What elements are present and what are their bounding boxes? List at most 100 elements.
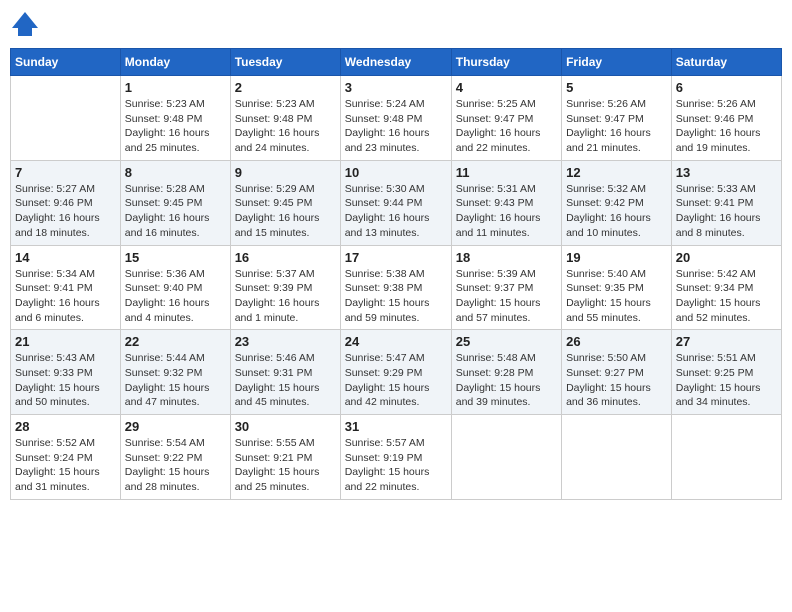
calendar-cell: 24Sunrise: 5:47 AMSunset: 9:29 PMDayligh… [340,330,451,415]
day-info: Sunrise: 5:23 AMSunset: 9:48 PMDaylight:… [125,97,226,156]
calendar-cell: 22Sunrise: 5:44 AMSunset: 9:32 PMDayligh… [120,330,230,415]
day-number: 6 [676,80,777,95]
calendar-cell: 9 Sunrise: 5:29 AMSunset: 9:45 PMDaylight… [230,160,340,245]
calendar-cell: 16Sunrise: 5:37 AMSunset: 9:39 PMDayligh… [230,245,340,330]
day-info: Sunrise: 5:31 AMSunset: 9:43 PMDaylight:… [456,182,557,241]
day-number: 30 [235,419,336,434]
calendar-cell: 28 Sunrise: 5:52 AMSunset: 9:24 PMDayligh… [11,415,121,500]
column-header-wednesday: Wednesday [340,49,451,76]
calendar-cell: 11 Sunrise: 5:31 AMSunset: 9:43 PMDayligh… [451,160,561,245]
day-number: 15 [125,250,226,265]
day-info: Sunrise: 5:57 AMSunset: 9:19 PMDaylight:… [345,436,447,495]
day-info: Sunrise: 5:51 AMSunset: 9:25 PMDaylight:… [676,351,777,410]
day-info: Sunrise: 5:33 AMSunset: 9:41 PMDaylight:… [676,182,777,241]
calendar-cell: 4Sunrise: 5:25 AMSunset: 9:47 PMDaylight… [451,76,561,161]
day-number: 28 [15,419,116,434]
calendar-cell: 6 Sunrise: 5:26 AMSunset: 9:46 PMDaylight… [671,76,781,161]
calendar-cell: 10Sunrise: 5:30 AMSunset: 9:44 PMDayligh… [340,160,451,245]
day-number: 17 [345,250,447,265]
logo [10,10,44,40]
column-header-monday: Monday [120,49,230,76]
week-row-1: 1 Sunrise: 5:23 AMSunset: 9:48 PMDaylight… [11,76,782,161]
calendar-cell [562,415,672,500]
day-number: 27 [676,334,777,349]
day-info: Sunrise: 5:46 AMSunset: 9:31 PMDaylight:… [235,351,336,410]
calendar-cell: 2 Sunrise: 5:23 AMSunset: 9:48 PMDaylight… [230,76,340,161]
calendar-cell: 13 Sunrise: 5:33 AMSunset: 9:41 PMDayligh… [671,160,781,245]
column-header-tuesday: Tuesday [230,49,340,76]
calendar-cell: 23 Sunrise: 5:46 AMSunset: 9:31 PMDayligh… [230,330,340,415]
calendar-cell: 29 Sunrise: 5:54 AMSunset: 9:22 PMDayligh… [120,415,230,500]
day-number: 12 [566,165,667,180]
week-row-5: 28 Sunrise: 5:52 AMSunset: 9:24 PMDayligh… [11,415,782,500]
day-info: Sunrise: 5:43 AMSunset: 9:33 PMDaylight:… [15,351,116,410]
column-header-thursday: Thursday [451,49,561,76]
day-number: 2 [235,80,336,95]
day-number: 8 [125,165,226,180]
calendar-cell: 21 Sunrise: 5:43 AMSunset: 9:33 PMDayligh… [11,330,121,415]
day-info: Sunrise: 5:39 AMSunset: 9:37 PMDaylight:… [456,267,557,326]
day-number: 9 [235,165,336,180]
calendar-cell: 18 Sunrise: 5:39 AMSunset: 9:37 PMDayligh… [451,245,561,330]
day-number: 3 [345,80,447,95]
day-info: Sunrise: 5:23 AMSunset: 9:48 PMDaylight:… [235,97,336,156]
calendar-table: SundayMondayTuesdayWednesdayThursdayFrid… [10,48,782,500]
day-number: 29 [125,419,226,434]
day-number: 1 [125,80,226,95]
day-number: 25 [456,334,557,349]
day-info: Sunrise: 5:26 AMSunset: 9:47 PMDaylight:… [566,97,667,156]
logo-icon [10,10,40,40]
column-header-sunday: Sunday [11,49,121,76]
calendar-cell: 25 Sunrise: 5:48 AMSunset: 9:28 PMDayligh… [451,330,561,415]
calendar-body: 1 Sunrise: 5:23 AMSunset: 9:48 PMDaylight… [11,76,782,500]
calendar-cell: 30 Sunrise: 5:55 AMSunset: 9:21 PMDayligh… [230,415,340,500]
day-info: Sunrise: 5:40 AMSunset: 9:35 PMDaylight:… [566,267,667,326]
day-info: Sunrise: 5:54 AMSunset: 9:22 PMDaylight:… [125,436,226,495]
day-number: 24 [345,334,447,349]
day-info: Sunrise: 5:36 AMSunset: 9:40 PMDaylight:… [125,267,226,326]
week-row-4: 21 Sunrise: 5:43 AMSunset: 9:33 PMDayligh… [11,330,782,415]
calendar-cell: 3 Sunrise: 5:24 AMSunset: 9:48 PMDaylight… [340,76,451,161]
week-row-2: 7 Sunrise: 5:27 AMSunset: 9:46 PMDaylight… [11,160,782,245]
day-number: 20 [676,250,777,265]
calendar-cell: 8Sunrise: 5:28 AMSunset: 9:45 PMDaylight… [120,160,230,245]
column-header-friday: Friday [562,49,672,76]
day-info: Sunrise: 5:48 AMSunset: 9:28 PMDaylight:… [456,351,557,410]
day-number: 10 [345,165,447,180]
day-info: Sunrise: 5:26 AMSunset: 9:46 PMDaylight:… [676,97,777,156]
calendar-cell: 12 Sunrise: 5:32 AMSunset: 9:42 PMDayligh… [562,160,672,245]
calendar-cell: 17Sunrise: 5:38 AMSunset: 9:38 PMDayligh… [340,245,451,330]
day-number: 31 [345,419,447,434]
calendar-cell: 14Sunrise: 5:34 AMSunset: 9:41 PMDayligh… [11,245,121,330]
day-info: Sunrise: 5:24 AMSunset: 9:48 PMDaylight:… [345,97,447,156]
day-number: 7 [15,165,116,180]
calendar-cell: 1 Sunrise: 5:23 AMSunset: 9:48 PMDaylight… [120,76,230,161]
day-number: 18 [456,250,557,265]
calendar-cell: 15 Sunrise: 5:36 AMSunset: 9:40 PMDayligh… [120,245,230,330]
day-number: 11 [456,165,557,180]
calendar-cell [451,415,561,500]
calendar-cell: 7 Sunrise: 5:27 AMSunset: 9:46 PMDaylight… [11,160,121,245]
day-info: Sunrise: 5:32 AMSunset: 9:42 PMDaylight:… [566,182,667,241]
column-header-saturday: Saturday [671,49,781,76]
calendar-cell: 27 Sunrise: 5:51 AMSunset: 9:25 PMDayligh… [671,330,781,415]
day-info: Sunrise: 5:55 AMSunset: 9:21 PMDaylight:… [235,436,336,495]
day-number: 14 [15,250,116,265]
page-header [10,10,782,40]
calendar-header: SundayMondayTuesdayWednesdayThursdayFrid… [11,49,782,76]
day-number: 26 [566,334,667,349]
day-info: Sunrise: 5:29 AMSunset: 9:45 PMDaylight:… [235,182,336,241]
day-number: 23 [235,334,336,349]
day-number: 13 [676,165,777,180]
day-number: 21 [15,334,116,349]
week-row-3: 14Sunrise: 5:34 AMSunset: 9:41 PMDayligh… [11,245,782,330]
day-info: Sunrise: 5:27 AMSunset: 9:46 PMDaylight:… [15,182,116,241]
day-number: 19 [566,250,667,265]
day-number: 22 [125,334,226,349]
calendar-cell: 20Sunrise: 5:42 AMSunset: 9:34 PMDayligh… [671,245,781,330]
day-number: 5 [566,80,667,95]
calendar-cell: 19 Sunrise: 5:40 AMSunset: 9:35 PMDayligh… [562,245,672,330]
day-info: Sunrise: 5:52 AMSunset: 9:24 PMDaylight:… [15,436,116,495]
calendar-cell [11,76,121,161]
calendar-cell [671,415,781,500]
